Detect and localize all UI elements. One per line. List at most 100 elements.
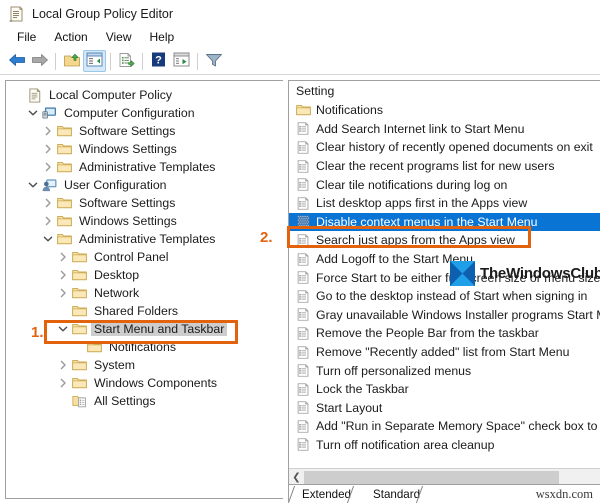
toolbar-back-button[interactable]: [5, 50, 28, 72]
folder-icon: [296, 104, 311, 116]
tree-node-administrative-templates[interactable]: Administrative Templates: [6, 230, 283, 248]
tree-node-network[interactable]: Network: [6, 284, 283, 302]
tree-node-system[interactable]: System: [6, 356, 283, 374]
horizontal-scrollbar[interactable]: ❮: [289, 468, 600, 485]
toolbar-filter-button[interactable]: [202, 50, 225, 72]
folder-icon: [56, 143, 73, 155]
settings-list-row-label: Start Layout: [316, 400, 383, 415]
settings-list-row[interactable]: Add Search Internet link to Start Menu: [289, 120, 600, 139]
folder-icon: [56, 125, 73, 137]
chevron-right-icon[interactable]: [55, 360, 71, 370]
settings-list-row[interactable]: Turn off personalized menus: [289, 361, 600, 380]
toolbar-properties-button[interactable]: [115, 50, 138, 72]
filter-icon: [205, 52, 223, 71]
settings-list-row[interactable]: Go to the desktop instead of Start when …: [289, 287, 600, 306]
settings-list-row[interactable]: Add Logoff to the Start Menu: [289, 250, 600, 269]
tree-node-software-settings[interactable]: Software Settings: [6, 122, 283, 140]
settings-list-row[interactable]: Turn off notification area cleanup: [289, 436, 600, 455]
column-header-label: Setting: [296, 84, 335, 98]
settings-list-row[interactable]: Add "Run in Separate Memory Space" check…: [289, 417, 600, 436]
chevron-right-icon[interactable]: [40, 126, 56, 136]
policy-setting-icon: [296, 122, 311, 136]
chevron-down-icon[interactable]: [55, 324, 71, 334]
tree-node-windows-components[interactable]: Windows Components: [6, 374, 283, 392]
settings-list: Notifications Add Search Internet link to…: [289, 101, 600, 469]
settings-list-row[interactable]: Clear history of recently opened documen…: [289, 138, 600, 157]
policy-setting-icon: [296, 420, 311, 433]
local-group-policy-editor-window: Local Group Policy Editor File Action Vi…: [0, 0, 600, 503]
folder-icon: [71, 305, 88, 317]
chevron-down-icon[interactable]: [25, 180, 41, 190]
toolbar-up-one-level-button[interactable]: [60, 50, 83, 72]
column-header-setting[interactable]: Setting: [289, 81, 600, 101]
tree-node-computer-configuration[interactable]: Computer Configuration: [6, 104, 283, 122]
tree-node-all-settings[interactable]: All Settings: [6, 392, 283, 410]
settings-list-row-label: Remove the People Bar from the taskbar: [316, 326, 539, 341]
chevron-right-icon[interactable]: [40, 198, 56, 208]
tree-node-label: Windows Settings: [79, 142, 177, 156]
folder-icon: [56, 161, 73, 173]
tree-node-label: Start Menu and Taskbar: [91, 322, 228, 336]
tree-node-administrative-templates[interactable]: Administrative Templates: [6, 158, 283, 176]
menu-help[interactable]: Help: [141, 29, 184, 46]
tree-node-local-computer-policy[interactable]: Local Computer Policy: [6, 86, 283, 104]
settings-list-row[interactable]: Remove the People Bar from the taskbar: [289, 324, 600, 343]
tree-node-desktop[interactable]: Desktop: [6, 266, 283, 284]
folder-icon: [71, 287, 88, 299]
policy-setting-icon: [296, 252, 311, 266]
tree-node-user-configuration[interactable]: User Configuration: [6, 176, 283, 194]
settings-list-row[interactable]: Force Start to be either full screen siz…: [289, 268, 600, 287]
tree-node-software-settings[interactable]: Software Settings: [6, 194, 283, 212]
settings-list-row[interactable]: Gray unavailable Windows Installer progr…: [289, 306, 600, 325]
settings-list-row-label: Search just apps from the Apps view: [316, 233, 515, 248]
tab-extended[interactable]: Extended: [289, 486, 365, 503]
tab-standard[interactable]: Standard: [360, 486, 434, 503]
settings-list-row[interactable]: Lock the Taskbar: [289, 380, 600, 399]
tree-node-notifications[interactable]: Notifications: [6, 338, 283, 356]
menu-view[interactable]: View: [97, 29, 141, 46]
tree-node-label: Network: [94, 286, 140, 300]
settings-list-row[interactable]: Clear the recent programs list for new u…: [289, 157, 600, 176]
chevron-right-icon[interactable]: [55, 270, 71, 280]
forward-arrow-icon: [31, 52, 49, 71]
settings-list-row-label: Clear tile notifications during log on: [316, 177, 508, 192]
scroll-left-arrow-icon[interactable]: ❮: [289, 469, 304, 485]
chevron-down-icon[interactable]: [40, 234, 56, 244]
settings-list-row[interactable]: Remove "Recently added" list from Start …: [289, 343, 600, 362]
chevron-right-icon[interactable]: [40, 162, 56, 172]
chevron-right-icon[interactable]: [40, 144, 56, 154]
settings-list-row[interactable]: Start Layout: [289, 399, 600, 418]
computer-icon: [41, 107, 58, 120]
menu-action[interactable]: Action: [45, 29, 96, 46]
chevron-right-icon[interactable]: [55, 288, 71, 298]
tree-node-windows-settings[interactable]: Windows Settings: [6, 140, 283, 158]
tree-node-label: System: [94, 358, 135, 372]
menu-file[interactable]: File: [8, 29, 45, 46]
toolbar-help-button[interactable]: ?: [147, 50, 170, 72]
policy-setting-icon: [296, 327, 311, 340]
chevron-right-icon[interactable]: [40, 216, 56, 226]
toolbar-show-hide-console-tree-button[interactable]: [83, 50, 106, 72]
tree-node-windows-settings[interactable]: Windows Settings: [6, 212, 283, 230]
tree-node-start-menu-and-taskbar[interactable]: Start Menu and Taskbar: [6, 320, 283, 338]
tree-node-label: Control Panel: [94, 250, 169, 264]
toolbar-forward-button[interactable]: [28, 50, 51, 72]
settings-list-row[interactable]: List desktop apps first in the Apps view: [289, 194, 600, 213]
tree-node-control-panel[interactable]: Control Panel: [6, 248, 283, 266]
tree-node-shared-folders[interactable]: Shared Folders: [6, 302, 283, 320]
settings-list-row[interactable]: Disable context menus in the Start Menu: [289, 212, 600, 232]
chevron-right-icon[interactable]: [55, 378, 71, 388]
chevron-right-icon[interactable]: [55, 252, 71, 262]
settings-list-row[interactable]: Search just apps from the Apps view: [289, 231, 600, 250]
policy-setting-icon: [296, 383, 311, 396]
folder-icon: [71, 269, 88, 281]
scrollbar-thumb[interactable]: [304, 470, 559, 484]
title-bar: Local Group Policy Editor: [0, 0, 600, 27]
settings-list-row[interactable]: Clear tile notifications during log on: [289, 175, 600, 194]
settings-list-row[interactable]: Notifications: [289, 101, 600, 120]
settings-list-row-label: Clear the recent programs list for new u…: [316, 159, 555, 174]
scrollbar-track[interactable]: [304, 469, 600, 485]
policy-setting-icon: [296, 290, 311, 303]
toolbar-export-list-button[interactable]: [170, 50, 193, 72]
chevron-down-icon[interactable]: [25, 108, 41, 118]
